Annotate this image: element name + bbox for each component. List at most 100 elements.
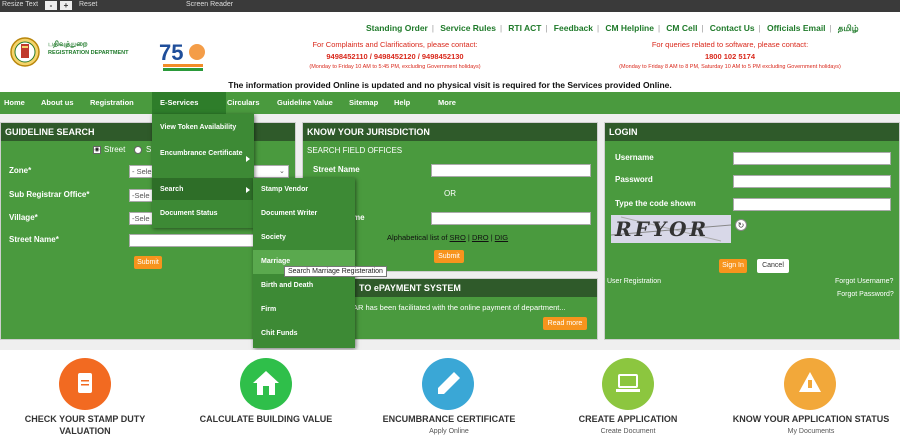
- create-application-title[interactable]: CREATE APPLICATION: [548, 414, 708, 424]
- nav-circulars[interactable]: Circulars: [227, 92, 260, 114]
- nav-more[interactable]: More: [438, 92, 456, 114]
- stamp-duty-circle[interactable]: [59, 358, 111, 410]
- logo-tamil-text: பதிவுத்துறை: [48, 41, 88, 48]
- menu-document-status[interactable]: Document Status: [152, 210, 218, 217]
- jurisdiction-title: KNOW YOUR JURISDICTION: [303, 123, 597, 141]
- complaints-contact-line: For Complaints and Clarifications, pleas…: [312, 40, 478, 49]
- submenu-chit-funds[interactable]: Chit Funds: [253, 330, 298, 337]
- accessibility-bar: Resize Text - + Reset Screen Reader: [0, 0, 900, 12]
- zone-label: Zone*: [9, 166, 32, 175]
- stamp-duty-title[interactable]: CHECK YOUR STAMP DUTY: [0, 414, 170, 424]
- dro-list-link[interactable]: DRO: [472, 233, 489, 242]
- epayment-text: AR has been facilitated with the online …: [353, 303, 566, 312]
- complaints-phone-numbers: 9498452110 / 9498452120 / 9498452130: [326, 52, 464, 61]
- azadi-75-logo: 75: [155, 38, 213, 74]
- software-contact-line: For queries related to software, please …: [651, 40, 809, 49]
- alphabetical-list-line: Alphabetical list of SRO | DRO | DIG: [387, 233, 509, 242]
- jurisdiction-street-input[interactable]: [431, 164, 591, 177]
- sro-label: Sub Registrar Office*: [9, 190, 90, 199]
- nav-help[interactable]: Help: [394, 92, 410, 114]
- link-cm-helpline[interactable]: CM Helpline: [605, 23, 654, 33]
- stamp-duty-title-line2[interactable]: VALUATION: [0, 426, 170, 436]
- refresh-captcha-icon[interactable]: ↻: [735, 219, 747, 231]
- status-icon: [799, 372, 821, 392]
- captcha-input[interactable]: [733, 198, 891, 211]
- jurisdiction-street-label: Street Name: [313, 165, 360, 174]
- jurisdiction-submit-button[interactable]: Submit: [434, 250, 464, 263]
- nav-home[interactable]: Home: [4, 92, 25, 114]
- building-value-circle[interactable]: [240, 358, 292, 410]
- application-status-title[interactable]: KNOW YOUR APPLICATION STATUS: [722, 414, 900, 424]
- search-submenu: Stamp Vendor Document Writer Society Mar…: [253, 178, 355, 348]
- nav-about-us[interactable]: About us: [41, 92, 74, 114]
- create-application-circle[interactable]: [602, 358, 654, 410]
- captcha-image: RFYOR: [611, 215, 731, 243]
- captcha-text: RFYOR: [615, 217, 710, 241]
- logo-english-text: REGISTRATION DEPARTMENT: [48, 50, 129, 56]
- resize-text-label: Resize Text: [2, 1, 39, 8]
- nav-sitemap[interactable]: Sitemap: [349, 92, 378, 114]
- link-contact-us[interactable]: Contact Us: [710, 23, 755, 33]
- menu-view-token-availability[interactable]: View Token Availability: [152, 124, 236, 131]
- street-radio[interactable]: ◉: [93, 146, 101, 154]
- submenu-society[interactable]: Society: [253, 234, 286, 241]
- menu-encumbrance-certificate[interactable]: Encumbrance Certificate: [152, 147, 246, 160]
- marriage-tooltip: Search Marriage Registeration: [284, 266, 387, 277]
- nav-guideline-value[interactable]: Guideline Value: [277, 92, 333, 114]
- reset-text-button[interactable]: Reset: [79, 1, 97, 8]
- application-status-circle[interactable]: [784, 358, 836, 410]
- encumbrance-circle[interactable]: [422, 358, 474, 410]
- dig-list-link[interactable]: DIG: [495, 233, 508, 242]
- link-tamil-language[interactable]: தமிழ்: [838, 23, 859, 33]
- link-feedback[interactable]: Feedback: [554, 23, 593, 33]
- cancel-button[interactable]: Cancel: [757, 259, 789, 273]
- submenu-stamp-vendor[interactable]: Stamp Vendor: [253, 186, 308, 193]
- nav-e-services[interactable]: E-Services: [152, 92, 226, 114]
- username-input[interactable]: [733, 152, 891, 165]
- decrease-text-button[interactable]: -: [45, 1, 57, 10]
- software-hours: (Monday to Friday 8 AM to 8 PM, Saturday…: [619, 64, 841, 70]
- menu-search[interactable]: Search: [152, 186, 183, 193]
- submenu-birth-and-death[interactable]: Birth and Death: [253, 282, 313, 289]
- laptop-icon: [616, 374, 640, 392]
- jurisdiction-name-input[interactable]: [431, 212, 591, 225]
- guideline-submit-button[interactable]: Submit: [134, 256, 162, 269]
- read-more-button[interactable]: Read more: [543, 317, 587, 330]
- software-phone-number: 1800 102 5174: [704, 52, 756, 61]
- jurisdiction-or-label: OR: [444, 189, 456, 198]
- sign-in-button[interactable]: Sign In: [719, 259, 747, 273]
- link-cm-cell[interactable]: CM Cell: [666, 23, 697, 33]
- password-input[interactable]: [733, 175, 891, 188]
- header-links: Standing Order | Service Rules | RTI ACT | …: [366, 23, 859, 33]
- search-chevron-right-icon: [246, 187, 250, 193]
- submenu-document-writer[interactable]: Document Writer: [253, 210, 317, 217]
- jurisdiction-subtitle: SEARCH FIELD OFFICES: [307, 146, 403, 155]
- survey-radio-label: S: [146, 145, 152, 154]
- username-label: Username: [615, 153, 654, 162]
- link-rti-act[interactable]: RTI ACT: [508, 23, 541, 33]
- pen-icon: [438, 372, 460, 394]
- login-panel: LOGIN Username Password Type the code sh…: [604, 122, 900, 340]
- submenu-marriage[interactable]: Marriage: [253, 258, 290, 265]
- user-registration-link[interactable]: User Registration: [607, 278, 661, 285]
- captcha-label: Type the code shown: [615, 199, 696, 208]
- screen-reader-link[interactable]: Screen Reader: [186, 1, 233, 8]
- link-standing-order[interactable]: Standing Order: [366, 23, 428, 33]
- sro-list-link[interactable]: SRO: [450, 233, 466, 242]
- forgot-username-link[interactable]: Forgot Username?: [835, 278, 893, 285]
- e-services-menu: View Token Availability Encumbrance Cert…: [152, 114, 254, 228]
- link-officials-email[interactable]: Officials Email: [767, 23, 826, 33]
- zone-chevron-down-icon: ⌄: [279, 168, 285, 175]
- svg-text:75: 75: [159, 40, 183, 65]
- tn-emblem-logo[interactable]: [10, 36, 40, 68]
- encumbrance-title[interactable]: ENCUMBRANCE CERTIFICATE: [364, 414, 534, 424]
- building-value-title[interactable]: CALCULATE BUILDING VALUE: [186, 414, 346, 424]
- main-nav: Home About us Registration E-Services Ci…: [0, 92, 900, 114]
- forgot-password-link[interactable]: Forgot Password?: [837, 291, 894, 298]
- online-notice: The information provided Online is updat…: [228, 80, 672, 90]
- nav-registration[interactable]: Registration: [90, 92, 134, 114]
- survey-radio[interactable]: [134, 146, 142, 154]
- submenu-firm[interactable]: Firm: [253, 306, 276, 313]
- increase-text-button[interactable]: +: [60, 1, 72, 10]
- link-service-rules[interactable]: Service Rules: [440, 23, 496, 33]
